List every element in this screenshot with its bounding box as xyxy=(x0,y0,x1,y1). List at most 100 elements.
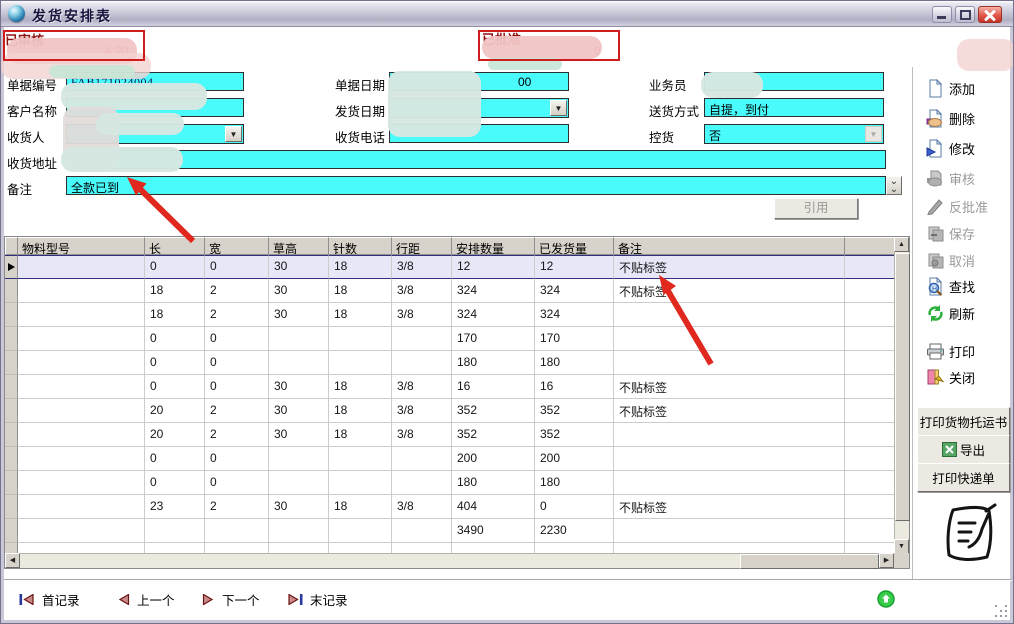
table-cell[interactable]: 0 xyxy=(145,351,205,375)
column-header[interactable]: 针数 xyxy=(329,237,392,255)
table-cell[interactable]: 170 xyxy=(535,327,614,351)
sidebar-action-edit-doc[interactable]: 修改 xyxy=(926,137,975,159)
table-cell[interactable]: 2230 xyxy=(535,519,614,543)
row-indicator[interactable] xyxy=(5,423,18,447)
sidebar-button-2[interactable]: 打印快递单 xyxy=(917,463,1010,492)
sidebar-button-0[interactable]: 打印货物托运书 xyxy=(917,407,1010,436)
vertical-scrollbar[interactable]: ▲ ▼ xyxy=(894,237,909,555)
column-header[interactable]: 已发货量 xyxy=(535,237,614,255)
table-cell[interactable] xyxy=(269,327,329,351)
table-cell[interactable]: 18 xyxy=(145,303,205,327)
table-row[interactable]: 00180180 xyxy=(5,351,895,375)
table-cell[interactable]: 12 xyxy=(535,255,614,279)
table-cell[interactable]: 170 xyxy=(452,327,535,351)
table-cell[interactable] xyxy=(269,519,329,543)
table-cell[interactable]: 0 xyxy=(205,327,269,351)
table-cell[interactable] xyxy=(392,327,452,351)
control-goods-combobox[interactable]: 否▼ xyxy=(704,124,884,144)
column-header[interactable]: 安排数量 xyxy=(452,237,535,255)
table-cell[interactable] xyxy=(145,519,205,543)
table-cell[interactable] xyxy=(18,255,145,279)
table-cell[interactable] xyxy=(845,399,895,423)
table-cell[interactable]: 324 xyxy=(452,279,535,303)
table-cell[interactable]: 404 xyxy=(452,495,535,519)
table-cell[interactable]: 18 xyxy=(329,495,392,519)
table-cell[interactable]: 不贴标签 xyxy=(614,255,845,279)
table-row[interactable]: 00 180180 xyxy=(5,471,895,495)
table-cell[interactable]: 352 xyxy=(535,423,614,447)
table-cell[interactable] xyxy=(329,519,392,543)
table-row[interactable]: 18230183/8324324不贴标签 xyxy=(5,279,895,303)
table-cell[interactable] xyxy=(392,351,452,375)
table-cell[interactable]: 3/8 xyxy=(392,303,452,327)
table-cell[interactable] xyxy=(329,447,392,471)
sidebar-action-print[interactable]: 打印 xyxy=(926,340,975,362)
table-cell[interactable]: 0 xyxy=(205,447,269,471)
table-cell[interactable]: 2 xyxy=(205,279,269,303)
table-cell[interactable]: 30 xyxy=(269,423,329,447)
table-cell[interactable]: 324 xyxy=(535,279,614,303)
remark-expand-button[interactable]: ⌄⌄ xyxy=(886,176,902,195)
table-cell[interactable]: 18 xyxy=(329,423,392,447)
table-cell[interactable]: 不贴标签 xyxy=(614,399,845,423)
sidebar-button-1[interactable]: 导出 xyxy=(917,435,1010,464)
table-row[interactable]: 18230183/8324324 xyxy=(5,303,895,327)
table-row[interactable]: 00 170170 xyxy=(5,327,895,351)
table-cell[interactable] xyxy=(329,471,392,495)
chevron-down-icon[interactable]: ▼ xyxy=(550,100,567,116)
table-cell[interactable] xyxy=(269,471,329,495)
table-cell[interactable]: 不贴标签 xyxy=(614,495,845,519)
table-cell[interactable]: 0 xyxy=(145,375,205,399)
table-cell[interactable]: 20 xyxy=(145,399,205,423)
row-indicator[interactable] xyxy=(5,327,18,351)
row-indicator[interactable] xyxy=(5,351,18,375)
table-cell[interactable] xyxy=(845,327,895,351)
table-cell[interactable]: 18 xyxy=(329,399,392,423)
table-cell[interactable] xyxy=(18,399,145,423)
table-cell[interactable] xyxy=(269,447,329,471)
table-cell[interactable]: 2 xyxy=(205,399,269,423)
table-cell[interactable]: 2 xyxy=(205,303,269,327)
table-cell[interactable] xyxy=(614,327,845,351)
table-cell[interactable]: 不贴标签 xyxy=(614,279,845,303)
table-cell[interactable] xyxy=(392,519,452,543)
table-cell[interactable]: 0 xyxy=(205,351,269,375)
table-cell[interactable]: 30 xyxy=(269,399,329,423)
table-cell[interactable]: 16 xyxy=(452,375,535,399)
maximize-button[interactable] xyxy=(955,6,975,23)
table-row[interactable]: 0030183/81616不贴标签 xyxy=(5,375,895,399)
table-cell[interactable]: 180 xyxy=(535,471,614,495)
table-cell[interactable]: 0 xyxy=(145,471,205,495)
table-cell[interactable] xyxy=(18,375,145,399)
row-indicator[interactable] xyxy=(5,471,18,495)
horizontal-scroll-thumb[interactable] xyxy=(740,554,879,569)
table-cell[interactable] xyxy=(845,471,895,495)
row-indicator[interactable] xyxy=(5,279,18,303)
titlebar[interactable]: 发货安排表 xyxy=(1,1,1013,27)
table-cell[interactable]: 3490 xyxy=(452,519,535,543)
nav-next-button[interactable]: 下一个 xyxy=(202,590,260,609)
table-cell[interactable]: 0 xyxy=(205,255,269,279)
table-cell[interactable]: 18 xyxy=(329,303,392,327)
table-cell[interactable]: 3/8 xyxy=(392,375,452,399)
table-cell[interactable]: 18 xyxy=(145,279,205,303)
table-cell[interactable]: 0 xyxy=(145,327,205,351)
chevron-down-icon[interactable]: ▼ xyxy=(225,126,242,142)
table-cell[interactable]: 352 xyxy=(535,399,614,423)
row-indicator[interactable] xyxy=(5,495,18,519)
column-header[interactable]: 草高 xyxy=(269,237,329,255)
table-cell[interactable] xyxy=(18,495,145,519)
table-cell[interactable] xyxy=(614,447,845,471)
scroll-down-button[interactable]: ▼ xyxy=(894,539,909,554)
table-cell[interactable]: 180 xyxy=(452,471,535,495)
table-cell[interactable] xyxy=(845,423,895,447)
table-cell[interactable] xyxy=(18,279,145,303)
table-cell[interactable]: 3/8 xyxy=(392,279,452,303)
table-cell[interactable] xyxy=(18,423,145,447)
table-cell[interactable] xyxy=(845,279,895,303)
quote-button[interactable]: 引用 xyxy=(774,198,858,219)
delivery-method-field[interactable]: 自提，到付 xyxy=(704,98,884,117)
table-cell[interactable]: 0 xyxy=(205,471,269,495)
sidebar-action-add-doc[interactable]: 添加 xyxy=(926,77,975,99)
address-field[interactable] xyxy=(66,150,886,169)
